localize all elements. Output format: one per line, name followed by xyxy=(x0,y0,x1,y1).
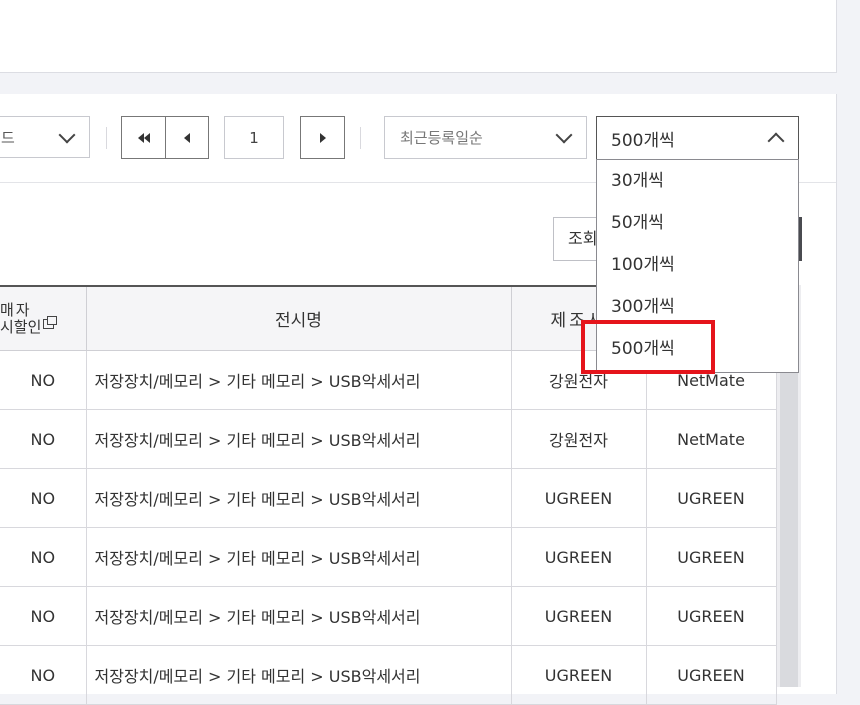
per-page-option[interactable]: 100개씩 xyxy=(597,244,798,286)
field-select[interactable]: 드 xyxy=(0,116,90,158)
cell-manufacturer: UGREEN xyxy=(511,645,647,705)
per-page-select-value: 500개씩 xyxy=(611,130,675,151)
chevron-up-icon xyxy=(767,132,785,149)
first-page-button[interactable] xyxy=(121,116,166,159)
per-page-select[interactable]: 500개씩 xyxy=(596,116,799,160)
toolbar-divider xyxy=(106,127,107,149)
header-discount-line2: 시할인 xyxy=(0,317,42,336)
cell-display-name: 저장장치/메모리 > 기타 메모리 > USB악세서리 xyxy=(86,645,512,705)
next-page-button[interactable] xyxy=(300,116,345,159)
cell-brand: UGREEN xyxy=(646,586,777,646)
arrow-right-icon xyxy=(319,132,326,143)
cell-display-name: 저장장치/메모리 > 기타 메모리 > USB악세서리 xyxy=(86,350,512,410)
toolbar-divider xyxy=(360,127,361,149)
field-select-value: 드 xyxy=(1,128,15,147)
cell-display-discount: NO xyxy=(0,409,87,469)
cell-display-name: 저장장치/메모리 > 기타 메모리 > USB악세서리 xyxy=(86,409,512,469)
sort-select[interactable]: 최근등록일순 xyxy=(384,116,587,159)
cell-display-discount: NO xyxy=(0,527,87,587)
table-row[interactable]: NO 저장장치/메모리 > 기타 메모리 > USB악세서리 강원전자 NetMate xyxy=(0,409,777,469)
cell-manufacturer: 강원전자 xyxy=(511,409,647,469)
header-display-name: 전시명 xyxy=(86,285,512,351)
per-page-option[interactable]: 30개씩 xyxy=(597,160,798,202)
cell-display-discount: NO xyxy=(0,468,87,528)
highlight-box xyxy=(581,320,715,374)
arrow-left-icon xyxy=(184,132,190,143)
chevron-down-icon xyxy=(555,126,573,144)
cell-brand: UGREEN xyxy=(646,527,777,587)
table-row[interactable]: NO 저장장치/메모리 > 기타 메모리 > USB악세서리 UGREEN UGREE… xyxy=(0,645,777,705)
cell-manufacturer: UGREEN xyxy=(511,586,647,646)
table-row[interactable]: NO 저장장치/메모리 > 기타 메모리 > USB악세서리 UGREEN UGREE… xyxy=(0,527,777,587)
cell-brand: UGREEN xyxy=(646,468,777,528)
cell-brand: UGREEN xyxy=(646,645,777,705)
double-arrow-left-icon xyxy=(137,132,150,143)
chevron-down-icon xyxy=(58,126,76,143)
cell-display-name: 저장장치/메모리 > 기타 메모리 > USB악세서리 xyxy=(86,468,512,528)
header-discount-line1: 매자 xyxy=(0,300,32,319)
cell-manufacturer: UGREEN xyxy=(511,468,647,528)
right-gutter xyxy=(837,0,860,687)
per-page-option[interactable]: 50개씩 xyxy=(597,202,798,244)
cell-display-discount: NO xyxy=(0,350,87,410)
sort-select-value: 최근등록일순 xyxy=(400,129,483,147)
cell-brand: NetMate xyxy=(646,409,777,469)
header-discount: 매자 시할인 xyxy=(0,285,87,351)
page-number-input[interactable]: 1 xyxy=(224,116,284,159)
top-panel xyxy=(0,0,837,73)
cell-manufacturer: UGREEN xyxy=(511,527,647,587)
table-row[interactable]: NO 저장장치/메모리 > 기타 메모리 > USB악세서리 UGREEN UGREE… xyxy=(0,586,777,646)
cell-display-name: 저장장치/메모리 > 기타 메모리 > USB악세서리 xyxy=(86,527,512,587)
external-link-icon[interactable] xyxy=(43,315,58,329)
page-number: 1 xyxy=(249,128,259,147)
table-row[interactable]: NO 저장장치/메모리 > 기타 메모리 > USB악세서리 UGREEN UGREE… xyxy=(0,468,777,528)
header-discount-line2-wrap: 시할인 xyxy=(0,315,85,336)
search-button-label: 조회 xyxy=(568,229,598,248)
cell-display-discount: NO xyxy=(0,586,87,646)
prev-page-button[interactable] xyxy=(165,116,209,159)
cell-display-discount: NO xyxy=(0,645,87,705)
cell-display-name: 저장장치/메모리 > 기타 메모리 > USB악세서리 xyxy=(86,586,512,646)
